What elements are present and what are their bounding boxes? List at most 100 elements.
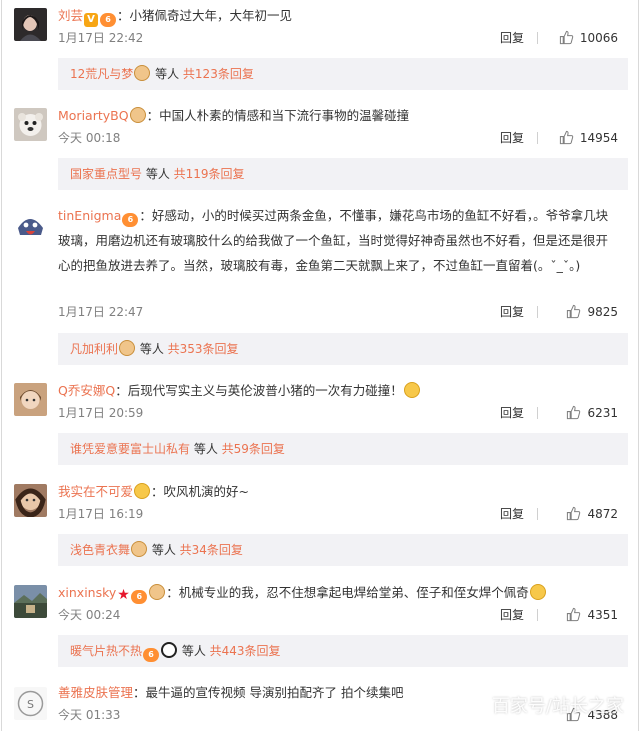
avatar[interactable] — [14, 484, 47, 517]
like-count: 9825 — [587, 305, 618, 319]
divider — [537, 609, 538, 621]
reply-preview[interactable]: 谁凭爱意要富士山私有 等人 共59条回复 — [58, 433, 628, 465]
more-replies-link[interactable]: 共119条回复 — [174, 167, 245, 181]
more-replies-link[interactable]: 共353条回复 — [168, 342, 239, 356]
fan-badge-icon — [149, 584, 166, 600]
comment-text: ：中国人朴素的情感和当下流行事物的温馨碰撞 — [146, 108, 410, 123]
cat-emoji-icon — [134, 483, 151, 499]
reply-button[interactable]: 回复 — [500, 28, 524, 48]
reply-username[interactable]: 浅色青衣舞 — [70, 543, 130, 557]
comment-username[interactable]: 刘芸 — [58, 8, 83, 23]
reply-username[interactable]: 国家重点型号 — [70, 167, 142, 181]
like-button[interactable]: 4351 — [566, 605, 618, 625]
like-button[interactable]: 4872 — [566, 504, 618, 524]
reply-mid-text: 等人 — [136, 342, 168, 356]
like-count: 6231 — [587, 406, 618, 420]
like-button[interactable]: 6231 — [566, 403, 618, 423]
fan-badge-icon — [119, 340, 136, 356]
thumbs-up-icon — [567, 607, 581, 622]
like-button[interactable]: 9825 — [566, 302, 618, 322]
avatar[interactable] — [14, 8, 47, 41]
level-badge-icon[interactable]: 6 — [100, 13, 117, 27]
comment-time: 1月17日 22:42 — [58, 31, 144, 45]
reply-mid-text: 等人 — [148, 543, 180, 557]
reply-preview[interactable]: 浅色青衣舞 等人 共34条回复 — [58, 534, 628, 566]
reply-username[interactable]: 12荒凡与梦 — [70, 67, 133, 81]
comment-username[interactable]: MoriartyBQ — [58, 108, 129, 123]
more-replies-link[interactable]: 共443条回复 — [210, 644, 281, 658]
reply-button[interactable]: 回复 — [500, 302, 524, 322]
divider — [537, 32, 538, 44]
avatar[interactable] — [14, 208, 47, 241]
thumbs-up-icon — [559, 30, 574, 45]
comment-time: 1月17日 22:47 — [58, 305, 144, 319]
like-count: 14954 — [579, 131, 618, 145]
reply-mid-text: 等人 — [142, 167, 174, 181]
more-replies-link[interactable]: 共59条回复 — [222, 442, 285, 456]
reply-preview[interactable]: 暖气片热不热 6 等人 共443条回复 — [58, 635, 628, 667]
divider — [537, 306, 538, 318]
comment-username[interactable]: Q乔安娜Q — [58, 383, 115, 398]
avatar[interactable] — [14, 108, 47, 141]
reply-button[interactable]: 回复 — [500, 504, 524, 524]
like-count: 4872 — [587, 507, 618, 521]
comment-username[interactable]: 善雅皮肤管理 — [58, 685, 133, 700]
vip-badge-icon[interactable]: V — [84, 13, 99, 27]
fan-badge-icon — [131, 541, 148, 557]
level-badge-icon[interactable]: 6 — [122, 213, 139, 227]
comment-username[interactable]: 我实在不可爱 — [58, 484, 133, 499]
divider — [537, 132, 538, 144]
avatar[interactable] — [14, 383, 47, 416]
comment-time: 1月17日 20:59 — [58, 406, 144, 420]
thumbs-up-icon — [567, 506, 581, 521]
more-replies-link[interactable]: 共123条回复 — [183, 67, 254, 81]
grin-emoji-icon — [529, 584, 546, 600]
comment-feed: 刘芸 V 6 ：小猪佩奇过大年，大年初一见 1月17日 22:42 回复 10066 … — [1, 0, 639, 731]
reply-username[interactable]: 凡加利利 — [70, 342, 118, 356]
fan-badge-icon — [129, 107, 146, 123]
reply-mid-text: 等人 — [151, 67, 183, 81]
like-count: 10066 — [579, 31, 618, 45]
like-count: 4351 — [587, 608, 618, 622]
like-button[interactable]: 14954 — [559, 128, 618, 148]
level-badge-icon[interactable]: 6 — [131, 590, 148, 604]
divider — [537, 508, 538, 520]
more-replies-link[interactable]: 共34条回复 — [180, 543, 243, 557]
reply-username[interactable]: 暖气片热不热 — [70, 644, 142, 658]
thumbs-up-icon — [567, 304, 581, 319]
comment-text: ：后现代写实主义与英伦波普小猪的一次有力碰撞！ — [115, 383, 403, 398]
reply-button[interactable]: 回复 — [500, 128, 524, 148]
comment-time: 1月17日 16:19 — [58, 507, 144, 521]
reply-mid-text: 等人 — [178, 644, 210, 658]
comment-time: 今天 00:18 — [58, 131, 121, 145]
comment-text: ：小猪佩奇过大年，大年初一见 — [117, 8, 293, 23]
thumbs-up-icon — [567, 405, 581, 420]
thumbs-up-icon — [559, 130, 574, 145]
reply-mid-text: 等人 — [190, 442, 222, 456]
like-button[interactable]: 10066 — [559, 28, 618, 48]
panda-emoji-icon — [161, 642, 178, 658]
comment-username[interactable]: tinEnigma — [58, 208, 121, 223]
reply-preview[interactable]: 12荒凡与梦 等人 共123条回复 — [58, 58, 628, 90]
comment-username[interactable]: xinxinsky — [58, 585, 116, 600]
avatar[interactable]: S — [14, 687, 47, 720]
reply-preview[interactable]: 凡加利利 等人 共353条回复 — [58, 333, 628, 365]
comment-time: 今天 00:24 — [58, 608, 121, 622]
comment-text: ：吹风机演的好~ — [151, 484, 249, 499]
comment-time: 今天 01:33 — [58, 708, 121, 722]
svg-text:S: S — [27, 698, 34, 711]
divider — [537, 407, 538, 419]
avatar[interactable] — [14, 585, 47, 618]
reply-username[interactable]: 谁凭爱意要富士山私有 — [70, 442, 190, 456]
reply-button[interactable]: 回复 — [500, 403, 524, 423]
reply-button[interactable]: 回复 — [500, 605, 524, 625]
comment-text: ：最牛逼的宣传视频 导演别拍配齐了 拍个续集吧 — [133, 685, 404, 700]
level-badge-icon[interactable]: 6 — [143, 648, 160, 662]
reply-preview[interactable]: 国家重点型号 等人 共119条回复 — [58, 158, 628, 190]
comment-text: ：机械专业的我，忍不住想拿起电焊给堂弟、侄子和侄女焊个佩奇 — [166, 585, 529, 600]
star-badge-icon: ★ — [117, 587, 130, 603]
comment-text: ：好感动，小的时候买过两条金鱼，不懂事，嫌花鸟市场的鱼缸不好看，。爷爷拿几块玻璃… — [58, 208, 609, 273]
watermark: 百家号/站长之家 — [491, 696, 624, 717]
fan-badge-icon — [134, 65, 151, 81]
glasses-emoji-icon — [403, 382, 420, 398]
